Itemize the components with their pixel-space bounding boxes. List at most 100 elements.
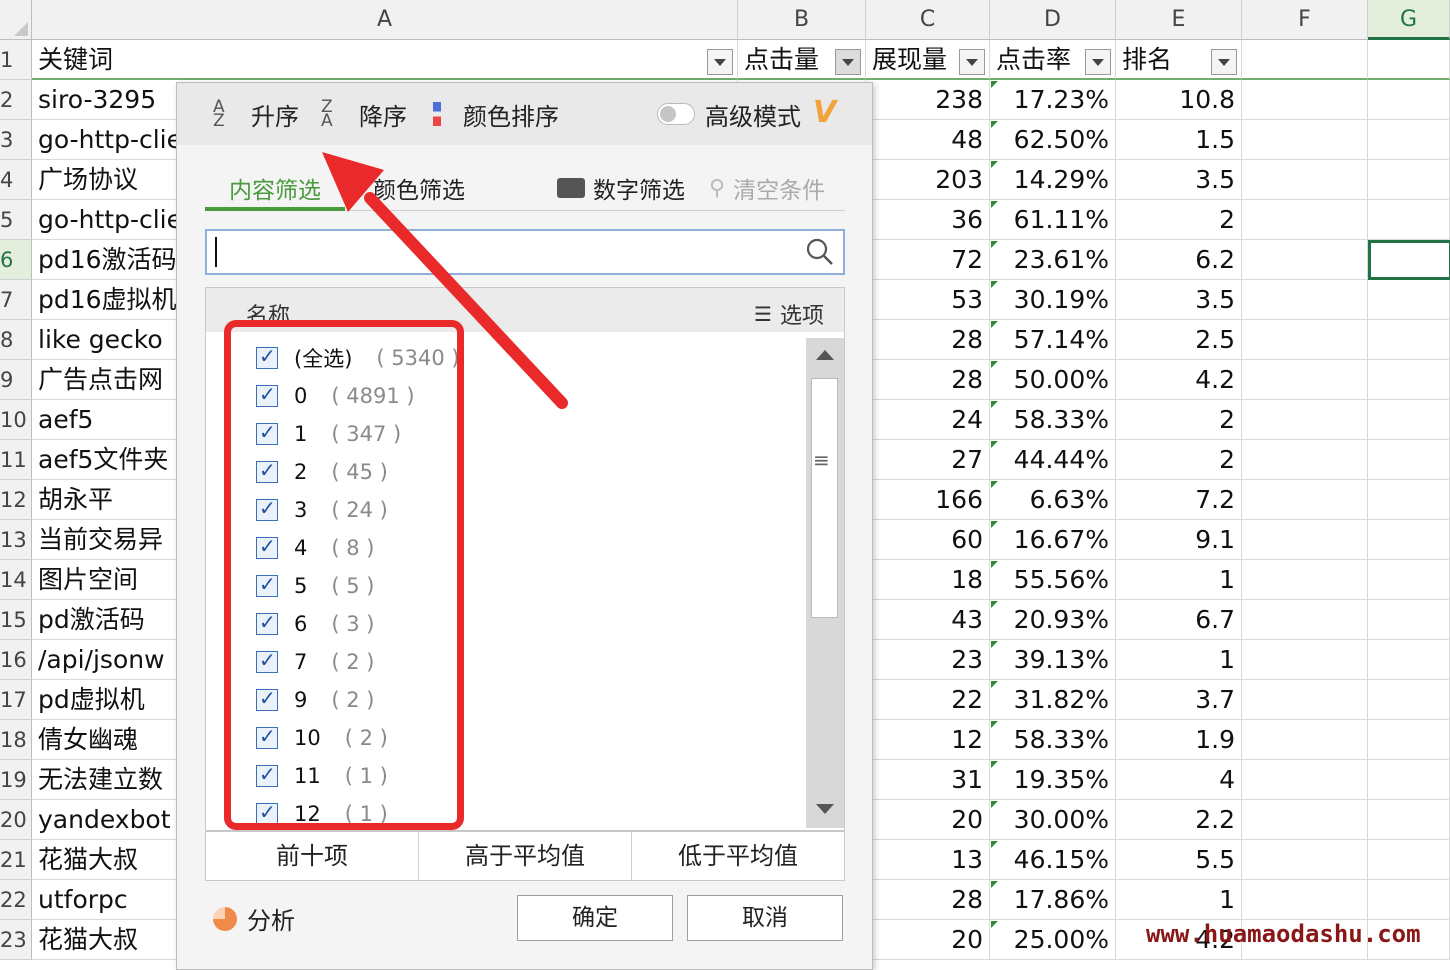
table-cell[interactable]: 22: [866, 680, 990, 720]
table-cell[interactable]: [1368, 320, 1450, 360]
table-cell[interactable]: 1: [1116, 560, 1242, 600]
table-cell[interactable]: 16.67%: [990, 520, 1116, 560]
row-header[interactable]: 6: [0, 240, 32, 280]
row-header[interactable]: 21: [0, 840, 32, 880]
table-cell[interactable]: [1368, 160, 1450, 200]
table-cell[interactable]: [1368, 520, 1450, 560]
column-header-b[interactable]: B: [738, 0, 866, 40]
table-cell[interactable]: 6.63%: [990, 480, 1116, 520]
table-cell[interactable]: 62.50%: [990, 120, 1116, 160]
table-cell[interactable]: 20.93%: [990, 600, 1116, 640]
table-cell[interactable]: [1242, 280, 1368, 320]
table-cell[interactable]: 17.86%: [990, 880, 1116, 920]
table-cell[interactable]: [1242, 760, 1368, 800]
table-cell[interactable]: 20: [866, 920, 990, 960]
table-cell[interactable]: 238: [866, 80, 990, 120]
row-header[interactable]: 17: [0, 680, 32, 720]
table-cell[interactable]: [1242, 400, 1368, 440]
table-cell[interactable]: [1368, 880, 1450, 920]
table-cell[interactable]: [1242, 800, 1368, 840]
column-header-g[interactable]: G: [1368, 0, 1450, 40]
table-cell[interactable]: [1368, 280, 1450, 320]
table-cell[interactable]: 23: [866, 640, 990, 680]
table-cell[interactable]: [1242, 200, 1368, 240]
table-cell[interactable]: 31.82%: [990, 680, 1116, 720]
tab-color-filter[interactable]: 颜色筛选: [373, 171, 465, 205]
table-cell[interactable]: 2.2: [1116, 800, 1242, 840]
table-cell[interactable]: [1242, 680, 1368, 720]
table-cell[interactable]: 7.2: [1116, 480, 1242, 520]
top-ten-button[interactable]: 前十项: [206, 832, 419, 880]
table-cell[interactable]: [1242, 720, 1368, 760]
table-cell[interactable]: 55.56%: [990, 560, 1116, 600]
row-header[interactable]: 16: [0, 640, 32, 680]
table-cell[interactable]: 57.14%: [990, 320, 1116, 360]
select-all-corner[interactable]: [0, 0, 32, 40]
tab-number-filter[interactable]: 数字筛选: [557, 171, 685, 205]
header-cell-impressions[interactable]: 展现量: [866, 40, 990, 80]
table-cell[interactable]: 10.8: [1116, 80, 1242, 120]
table-cell[interactable]: [1242, 360, 1368, 400]
row-header[interactable]: 11: [0, 440, 32, 480]
sort-descending-button[interactable]: ZA 降序: [321, 97, 407, 131]
list-options-button[interactable]: ☰ 选项: [754, 298, 824, 330]
table-cell[interactable]: 60: [866, 520, 990, 560]
table-cell[interactable]: 30.19%: [990, 280, 1116, 320]
table-cell[interactable]: 4: [1116, 760, 1242, 800]
row-header[interactable]: 22: [0, 880, 32, 920]
row-header[interactable]: 8: [0, 320, 32, 360]
analysis-button[interactable]: 分析: [213, 901, 295, 936]
table-cell[interactable]: 203: [866, 160, 990, 200]
table-cell[interactable]: 17.23%: [990, 80, 1116, 120]
row-header[interactable]: 15: [0, 600, 32, 640]
column-header-d[interactable]: D: [990, 0, 1116, 40]
header-cell-keyword[interactable]: 关键词: [32, 40, 738, 80]
row-header[interactable]: 14: [0, 560, 32, 600]
table-cell[interactable]: 28: [866, 360, 990, 400]
cell-g1[interactable]: [1368, 40, 1450, 80]
header-cell-rank[interactable]: 排名: [1116, 40, 1242, 80]
table-cell[interactable]: 3.5: [1116, 280, 1242, 320]
column-header-f[interactable]: F: [1242, 0, 1368, 40]
table-cell[interactable]: [1368, 600, 1450, 640]
table-cell[interactable]: 44.44%: [990, 440, 1116, 480]
table-cell[interactable]: 23.61%: [990, 240, 1116, 280]
table-cell[interactable]: 36: [866, 200, 990, 240]
table-cell[interactable]: [1368, 480, 1450, 520]
table-cell[interactable]: 12: [866, 720, 990, 760]
table-cell[interactable]: [1368, 840, 1450, 880]
row-header[interactable]: 18: [0, 720, 32, 760]
table-cell[interactable]: 1: [1116, 880, 1242, 920]
row-header[interactable]: 5: [0, 200, 32, 240]
table-cell[interactable]: 5.5: [1116, 840, 1242, 880]
table-cell[interactable]: 48: [866, 120, 990, 160]
cancel-button[interactable]: 取消: [687, 895, 843, 941]
header-cell-ctr[interactable]: 点击率: [990, 40, 1116, 80]
table-cell[interactable]: [1242, 320, 1368, 360]
table-cell[interactable]: 25.00%: [990, 920, 1116, 960]
table-cell[interactable]: 1: [1116, 640, 1242, 680]
table-cell[interactable]: [1242, 240, 1368, 280]
table-cell[interactable]: 50.00%: [990, 360, 1116, 400]
tab-content-filter[interactable]: 内容筛选: [229, 171, 321, 205]
table-cell[interactable]: [1368, 800, 1450, 840]
filter-dropdown-icon[interactable]: [959, 49, 985, 75]
table-cell[interactable]: 3.5: [1116, 160, 1242, 200]
table-cell[interactable]: [1242, 160, 1368, 200]
row-header[interactable]: 7: [0, 280, 32, 320]
table-cell[interactable]: 14.29%: [990, 160, 1116, 200]
row-header[interactable]: 4: [0, 160, 32, 200]
row-header[interactable]: 1: [0, 40, 32, 80]
table-cell[interactable]: 4.2: [1116, 360, 1242, 400]
table-cell[interactable]: 166: [866, 480, 990, 520]
list-scrollbar[interactable]: ≡: [806, 338, 844, 828]
table-cell[interactable]: [1242, 120, 1368, 160]
table-cell[interactable]: 39.13%: [990, 640, 1116, 680]
table-cell[interactable]: 72: [866, 240, 990, 280]
table-cell[interactable]: 27: [866, 440, 990, 480]
below-average-button[interactable]: 低于平均值: [632, 832, 844, 880]
table-cell[interactable]: 2: [1116, 400, 1242, 440]
table-cell[interactable]: [1242, 480, 1368, 520]
row-header[interactable]: 13: [0, 520, 32, 560]
filter-dropdown-icon[interactable]: [835, 49, 861, 75]
